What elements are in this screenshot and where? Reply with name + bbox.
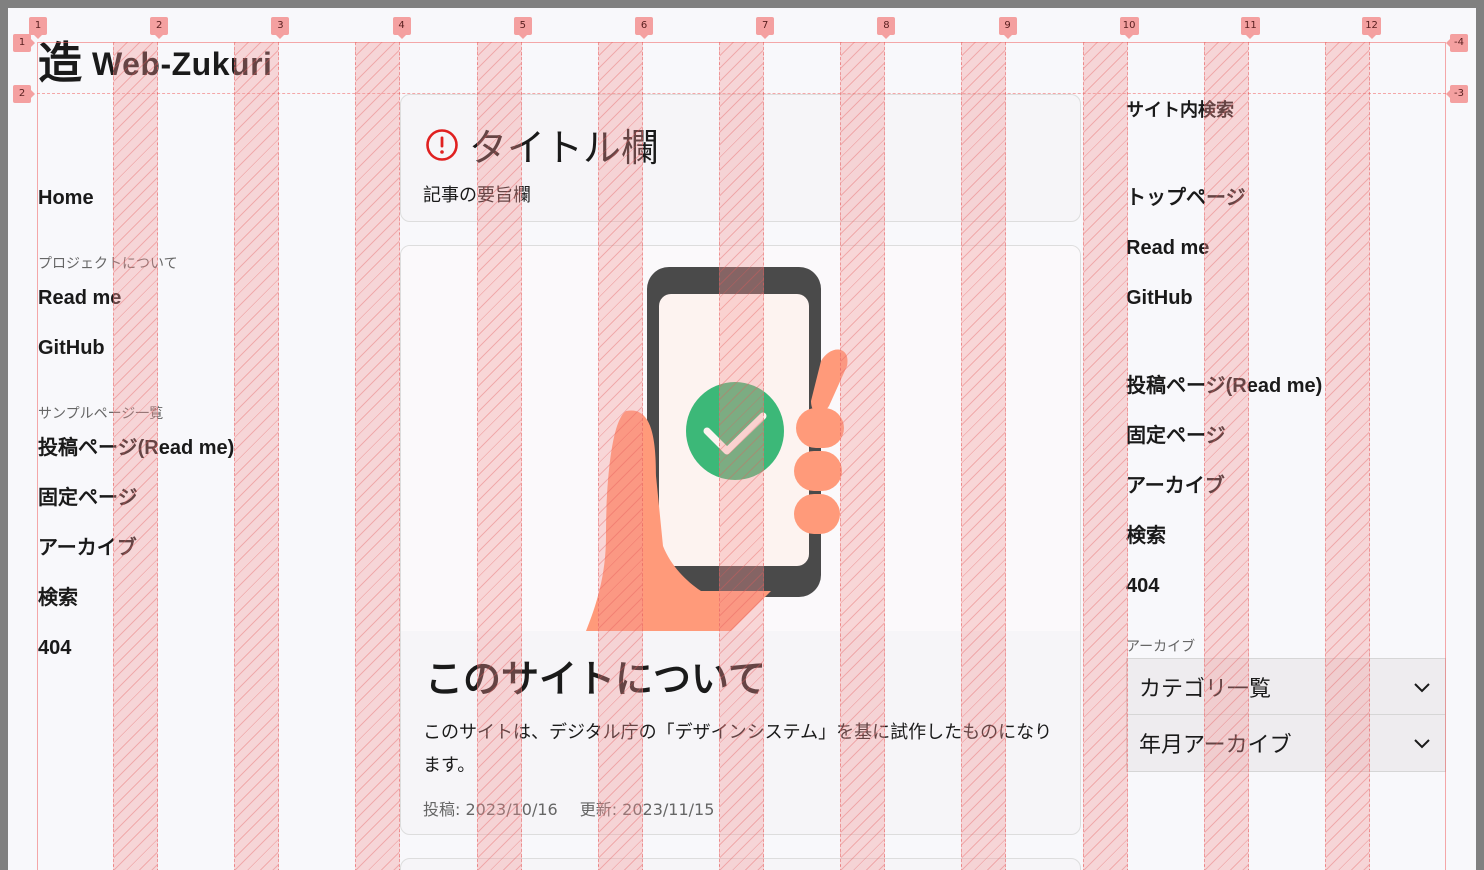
right-sidebar: サイト内検索 トップページ Read me GitHub 投稿ページ(Read … xyxy=(1126,94,1446,772)
side-link-404[interactable]: 404 xyxy=(1126,566,1446,616)
grid-column-band xyxy=(355,42,401,870)
side-link-top[interactable]: トップページ xyxy=(1126,178,1446,228)
grid-column-tag: 10 xyxy=(1119,17,1139,39)
post-excerpt: このサイトは、デジタル庁の「デザインシステム」を基に試作したものになります。 xyxy=(423,722,1053,776)
post-card[interactable]: このサイトについて このサイトは、デジタル庁の「デザインシステム」を基に試作した… xyxy=(400,245,1081,835)
post-image xyxy=(401,246,1080,631)
site-logo[interactable]: 造 Web-Zukuri xyxy=(38,42,272,86)
nav-post-page[interactable]: 投稿ページ(Read me) xyxy=(38,428,338,478)
nav-archive[interactable]: アーカイブ xyxy=(38,528,338,578)
page-summary: 記事の要旨欄 xyxy=(423,185,531,206)
side-link-fixed-page[interactable]: 固定ページ xyxy=(1126,416,1446,466)
side-link-github[interactable]: GitHub xyxy=(1126,278,1446,328)
nav-home[interactable]: Home xyxy=(38,178,338,228)
category-list-label: カテゴリ一覧 xyxy=(1139,676,1272,702)
grid-column-tag: 8 xyxy=(877,17,896,39)
nav-404[interactable]: 404 xyxy=(38,628,338,678)
nav-readme[interactable]: Read me xyxy=(38,278,338,328)
side-link-readme[interactable]: Read me xyxy=(1126,228,1446,278)
site-search-heading: サイト内検索 xyxy=(1126,100,1234,121)
next-post-card xyxy=(400,858,1081,870)
chevron-down-icon xyxy=(1414,739,1430,749)
side-link-search[interactable]: 検索 xyxy=(1126,516,1446,566)
grid-column-tag: 5 xyxy=(513,17,532,39)
nav-search[interactable]: 検索 xyxy=(38,578,338,628)
smartphone-check-illustration xyxy=(586,267,848,631)
post-title[interactable]: このサイトについて xyxy=(425,648,766,703)
page-title: タイトル欄 xyxy=(469,126,660,170)
grid-column-tag: 6 xyxy=(635,17,653,39)
nav-caption-samples: サンプルページ一覧 xyxy=(38,406,164,422)
page: 造 Web-Zukuri Home プロジェクトについて Read me Git… xyxy=(8,8,1476,870)
category-list-accordion[interactable]: カテゴリ一覧 xyxy=(1126,658,1446,715)
title-card: タイトル欄 記事の要旨欄 xyxy=(400,94,1081,222)
grid-row-tag: -4 xyxy=(1446,34,1468,52)
title-row: タイトル欄 xyxy=(425,117,659,172)
grid-column-tag: 4 xyxy=(392,17,411,39)
site-name: Web-Zukuri xyxy=(92,45,273,82)
archive-caption: アーカイブ xyxy=(1126,639,1196,655)
grid-column-tag: 11 xyxy=(1241,17,1260,39)
grid-row-tag: 2 xyxy=(13,85,35,103)
monthly-archive-accordion[interactable]: 年月アーカイブ xyxy=(1126,715,1446,772)
grid-column-tag: 1 xyxy=(29,17,47,39)
alert-circle-icon xyxy=(426,128,458,161)
side-link-post-page[interactable]: 投稿ページ(Read me) xyxy=(1126,366,1446,416)
nav-fixed-page[interactable]: 固定ページ xyxy=(38,478,338,528)
logo-mark: 造 xyxy=(38,38,82,89)
left-navigation: Home プロジェクトについて Read me GitHub サンプルページ一覧… xyxy=(38,178,338,678)
grid-row-tag: -3 xyxy=(1446,85,1468,103)
grid-row-tag: 1 xyxy=(13,34,35,52)
nav-caption-project: プロジェクトについて xyxy=(38,256,178,272)
nav-github[interactable]: GitHub xyxy=(38,328,338,378)
grid-column-tag: 9 xyxy=(998,17,1017,39)
grid-column-band xyxy=(1082,42,1128,870)
post-date: 投稿: 2023/10/16 xyxy=(423,800,558,819)
post-meta: 投稿: 2023/10/16 更新: 2023/11/15 xyxy=(423,796,714,820)
grid-column-tag: 2 xyxy=(150,17,169,39)
post-updated-date: 更新: 2023/11/15 xyxy=(579,800,715,819)
grid-column-tag: 3 xyxy=(271,17,290,39)
monthly-archive-label: 年月アーカイブ xyxy=(1139,733,1292,758)
chevron-down-icon xyxy=(1414,682,1430,692)
grid-column-tag: 7 xyxy=(756,17,775,39)
side-link-archive[interactable]: アーカイブ xyxy=(1126,466,1446,516)
grid-column-tag: 12 xyxy=(1362,17,1381,39)
